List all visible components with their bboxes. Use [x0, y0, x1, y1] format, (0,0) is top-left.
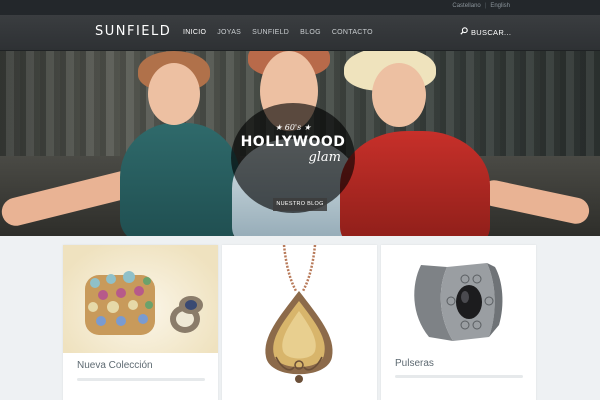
hero-blog-button[interactable]: NUESTRO BLOG [273, 198, 327, 211]
pendant-illustration [265, 245, 333, 383]
hero-headline-script: glam [308, 150, 341, 165]
card-title[interactable]: Nueva Colección [77, 360, 153, 371]
search-label: BUSCAR... [471, 27, 512, 37]
hero-era-text: ★ 60's ★ [275, 123, 311, 132]
card-underline-bar [395, 375, 523, 378]
product-cards: Nueva Colección Pulseras [63, 245, 536, 400]
card-image-bracelet[interactable] [381, 245, 536, 353]
hero-figure-right [340, 131, 490, 236]
rings-illustration [85, 271, 203, 335]
card-title[interactable]: Pulseras [395, 358, 434, 369]
hero-figure-left-face [148, 63, 200, 125]
card-underline-bar [77, 378, 205, 381]
card-image-rings[interactable] [63, 245, 218, 353]
language-separator: | [484, 3, 487, 9]
card-image-pendant[interactable] [222, 245, 377, 400]
hero-headline: HOLLYWOOD [240, 134, 346, 150]
ring-stack [85, 271, 155, 335]
hero-banner[interactable]: ★ 60's ★ HOLLYWOOD glam NUESTRO BLOG [0, 51, 600, 236]
nav-item-blog[interactable]: BLOG [300, 29, 321, 36]
hero-figure-right-face [372, 63, 426, 127]
nav-item-joyas[interactable]: JOYAS [217, 29, 241, 36]
nav-item-sunfield[interactable]: SUNFIELD [252, 29, 289, 36]
language-english-link[interactable]: English [490, 3, 510, 9]
top-utility-bar: Castellano | English [0, 0, 600, 15]
nav-item-inicio[interactable]: INICIO [183, 29, 206, 36]
product-card-pulseras[interactable]: Pulseras [381, 245, 536, 400]
hero-title-badge: ★ 60's ★ HOLLYWOOD glam [231, 103, 355, 213]
search-icon [460, 27, 468, 37]
language-switcher: Castellano | English [452, 3, 510, 9]
product-card-nueva-coleccion[interactable]: Nueva Colección [63, 245, 218, 400]
product-card-pendant[interactable] [222, 245, 377, 400]
nav-item-contacto[interactable]: CONTACTO [332, 29, 373, 36]
bracelet-illustration [414, 263, 503, 341]
main-nav: INICIO JOYAS SUNFIELD BLOG CONTACTO [183, 29, 373, 36]
hero-figure-left [120, 123, 240, 236]
language-castellano-link[interactable]: Castellano [452, 3, 480, 9]
site-logo[interactable]: SUNFIELD [95, 24, 171, 39]
search-trigger[interactable]: BUSCAR... [460, 27, 511, 37]
single-ring [170, 296, 203, 333]
site-header: SUNFIELD INICIO JOYAS SUNFIELD BLOG CONT… [0, 15, 600, 51]
